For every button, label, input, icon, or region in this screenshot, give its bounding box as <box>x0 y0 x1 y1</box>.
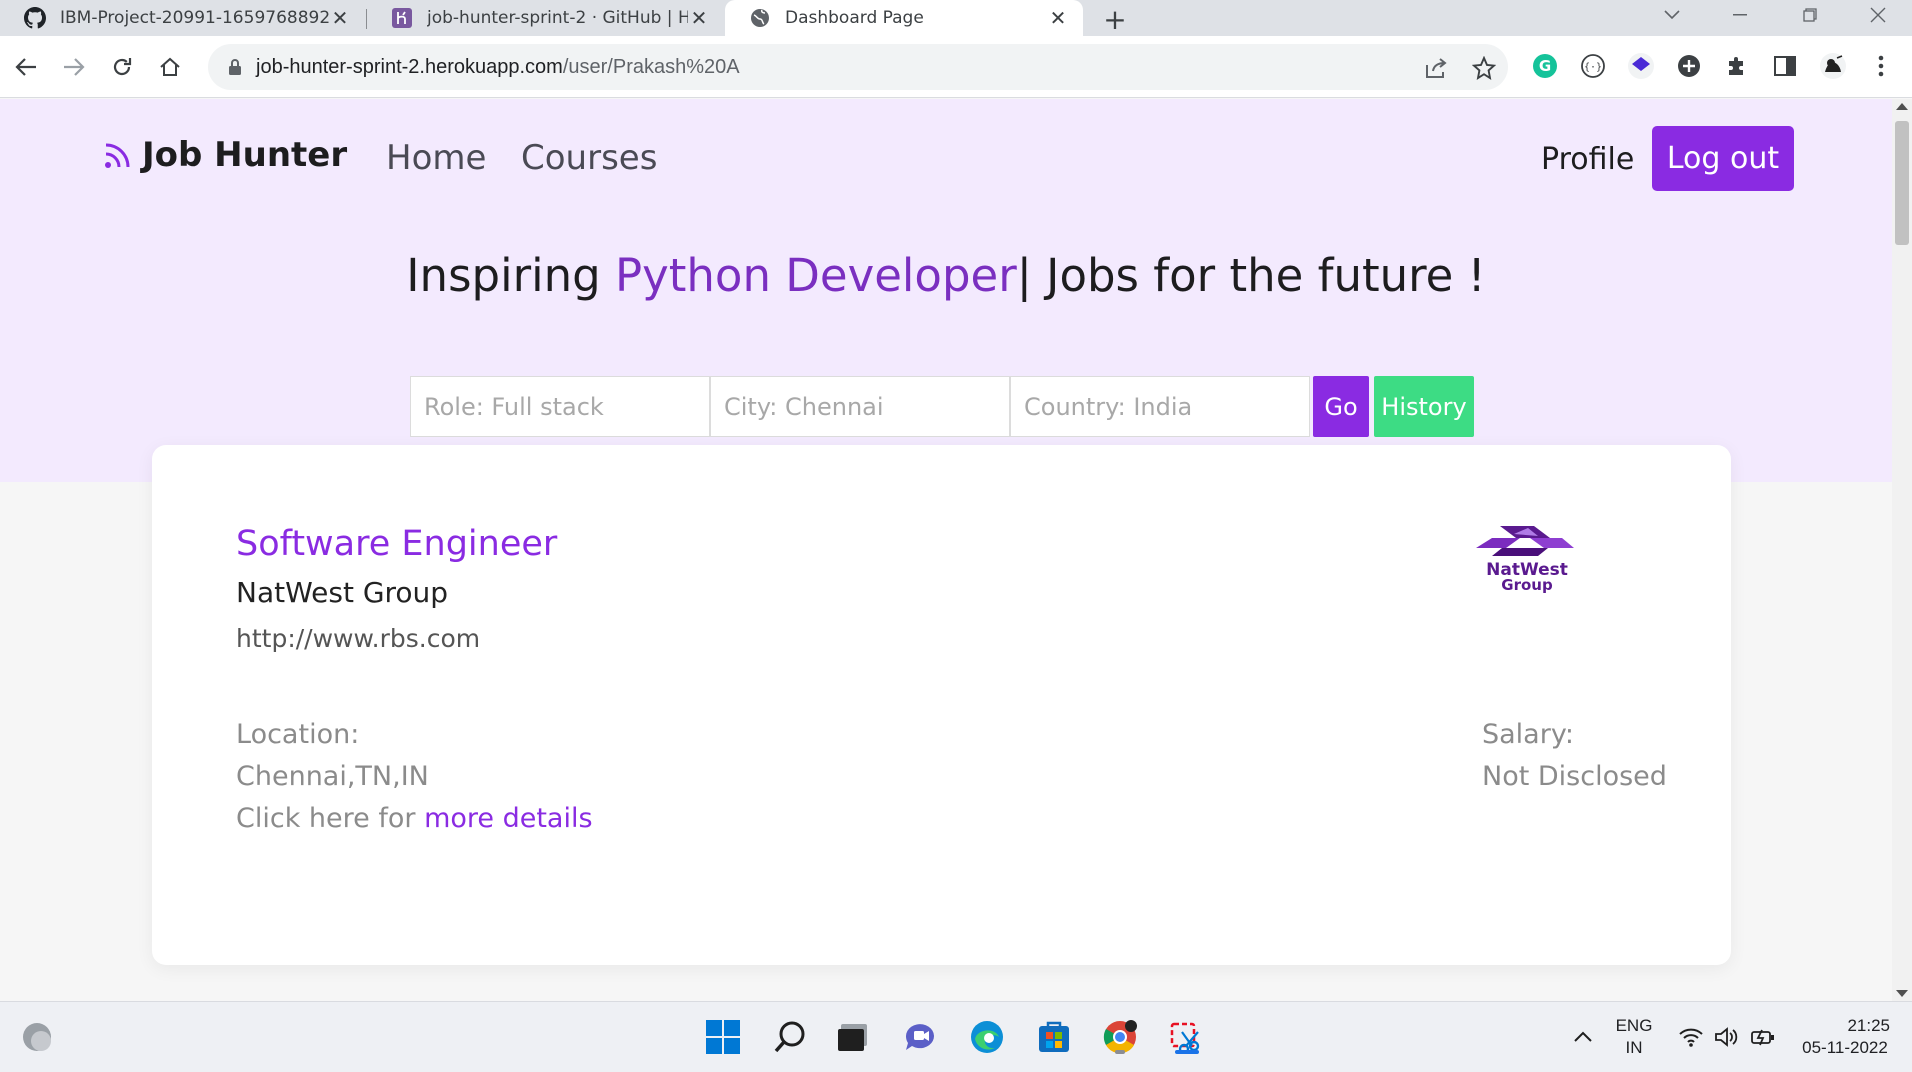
heroku-icon <box>391 7 413 29</box>
window-close-icon[interactable] <box>1856 0 1900 30</box>
url-path: /user/Prakash%20A <box>562 55 740 78</box>
location-label: Location: <box>236 719 360 750</box>
details-line: Click here for more details <box>236 803 593 834</box>
lock-icon[interactable] <box>224 58 246 76</box>
close-icon[interactable]: ✕ <box>688 6 710 30</box>
url-host: job-hunter-sprint-2.herokuapp.com <box>256 55 563 78</box>
salary-value: Not Disclosed <box>1482 761 1667 792</box>
nav-home-link[interactable]: Home <box>386 138 486 178</box>
forward-icon[interactable] <box>57 50 91 84</box>
scroll-up-icon[interactable] <box>1896 103 1908 110</box>
headline-typed-role: Python Developer <box>614 249 1017 302</box>
side-panel-icon[interactable] <box>1771 52 1799 80</box>
nav-courses-link[interactable]: Courses <box>521 138 657 178</box>
headline-suffix: | Jobs for the future ! <box>1016 249 1486 302</box>
clock[interactable]: 21:25 05-11-2022 <box>1790 1016 1900 1058</box>
weather-widget-icon[interactable] <box>16 1016 58 1058</box>
chrome-menu-icon[interactable] <box>1867 52 1895 80</box>
active-indicator <box>1175 1050 1199 1054</box>
svg-text:{·}: {·} <box>1584 62 1602 73</box>
tab-dashboard[interactable]: Dashboard Page ✕ <box>725 0 1083 36</box>
svg-text:G: G <box>1539 57 1551 75</box>
browser-tab-strip: IBM-Project-20991-1659768892/ ✕ job-hunt… <box>0 0 1912 36</box>
more-details-link[interactable]: more details <box>424 803 592 834</box>
tab-heroku-github[interactable]: job-hunter-sprint-2 · GitHub | He ✕ <box>367 0 724 36</box>
edge-icon[interactable] <box>966 1016 1008 1058</box>
tab-search-icon[interactable] <box>1650 0 1694 30</box>
home-icon[interactable] <box>153 50 187 84</box>
battery-icon[interactable] <box>1742 1016 1784 1058</box>
clock-date: 05-11-2022 <box>1802 1038 1888 1057</box>
details-prefix: Click here for <box>236 803 425 834</box>
new-tab-button[interactable]: + <box>1100 3 1130 36</box>
reload-icon[interactable] <box>105 50 139 84</box>
profile-avatar-icon[interactable] <box>1819 52 1847 80</box>
star-icon[interactable] <box>1472 56 1496 80</box>
tab-github-project[interactable]: IBM-Project-20991-1659768892/ ✕ <box>0 0 365 36</box>
brand-name: Job Hunter <box>142 135 348 175</box>
language-code: ENG <box>1615 1016 1653 1035</box>
page-scrollbar[interactable] <box>1892 99 1912 1001</box>
company-url[interactable]: http://www.rbs.com <box>236 624 480 653</box>
layers-extension-icon[interactable] <box>1627 52 1655 80</box>
profile-link[interactable]: Profile <box>1541 142 1634 177</box>
restore-icon[interactable] <box>1788 0 1832 30</box>
history-button[interactable]: History <box>1374 376 1474 437</box>
region-code: IN <box>1625 1038 1643 1057</box>
chrome-icon[interactable] <box>1099 1016 1141 1058</box>
hero-headline: Inspiring Python Developer| Jobs for the… <box>0 249 1892 302</box>
company-name: NatWest Group <box>236 576 449 609</box>
logo-line2: Group <box>1501 576 1553 594</box>
hero-section: Job Hunter Home Courses Profile Log out … <box>0 99 1892 482</box>
tab-title: job-hunter-sprint-2 · GitHub | He <box>427 8 688 28</box>
back-icon[interactable] <box>9 50 43 84</box>
url-text: job-hunter-sprint-2.herokuapp.com/user/P… <box>256 56 740 79</box>
go-button[interactable]: Go <box>1313 376 1369 437</box>
scroll-down-icon[interactable] <box>1896 990 1908 997</box>
role-input[interactable] <box>410 376 710 437</box>
page-viewport: Job Hunter Home Courses Profile Log out … <box>0 99 1892 1001</box>
job-title[interactable]: Software Engineer <box>236 524 557 564</box>
city-input[interactable] <box>710 376 1010 437</box>
windows-taskbar: ENG IN 21:25 05-11-2022 <box>0 1001 1912 1072</box>
brand-logo[interactable]: Job Hunter <box>104 135 347 175</box>
share-icon[interactable] <box>1424 56 1448 80</box>
search-icon[interactable] <box>769 1016 811 1058</box>
minimize-icon[interactable] <box>1718 0 1762 30</box>
natwest-logo: NatWest Group <box>1476 526 1574 594</box>
chevron-up-icon[interactable] <box>1562 1016 1604 1058</box>
plus-circle-icon[interactable] <box>1675 52 1703 80</box>
github-icon <box>24 7 46 29</box>
microsoft-store-icon[interactable] <box>1033 1016 1075 1058</box>
close-icon[interactable]: ✕ <box>1047 6 1069 30</box>
code-extension-icon[interactable]: {·} <box>1579 52 1607 80</box>
clock-time: 21:25 <box>1847 1016 1890 1035</box>
job-search-form: Go History <box>410 376 1474 437</box>
running-indicator <box>1115 1050 1125 1054</box>
task-view-icon[interactable] <box>832 1016 874 1058</box>
grammarly-icon[interactable]: G <box>1531 52 1559 80</box>
location-value: Chennai,TN,IN <box>236 761 429 792</box>
language-indicator[interactable]: ENG IN <box>1612 1016 1656 1058</box>
tab-title: IBM-Project-20991-1659768892/ <box>60 8 329 28</box>
globe-icon <box>749 7 771 29</box>
close-icon[interactable]: ✕ <box>329 6 351 30</box>
tab-title: Dashboard Page <box>785 8 924 28</box>
country-input[interactable] <box>1010 376 1310 437</box>
browser-toolbar: job-hunter-sprint-2.herokuapp.com/user/P… <box>0 36 1912 98</box>
scrollbar-thumb[interactable] <box>1895 121 1909 245</box>
headline-prefix: Inspiring <box>406 249 615 302</box>
job-card: Software Engineer NatWest Group http://w… <box>152 445 1731 965</box>
start-icon[interactable] <box>702 1016 744 1058</box>
rss-icon <box>104 141 132 169</box>
logout-button[interactable]: Log out <box>1652 126 1794 191</box>
teams-chat-icon[interactable] <box>899 1016 941 1058</box>
snipping-tool-icon[interactable] <box>1166 1016 1208 1058</box>
address-bar[interactable]: job-hunter-sprint-2.herokuapp.com/user/P… <box>208 44 1508 90</box>
salary-label: Salary: <box>1482 719 1574 750</box>
extensions-puzzle-icon[interactable] <box>1723 52 1751 80</box>
